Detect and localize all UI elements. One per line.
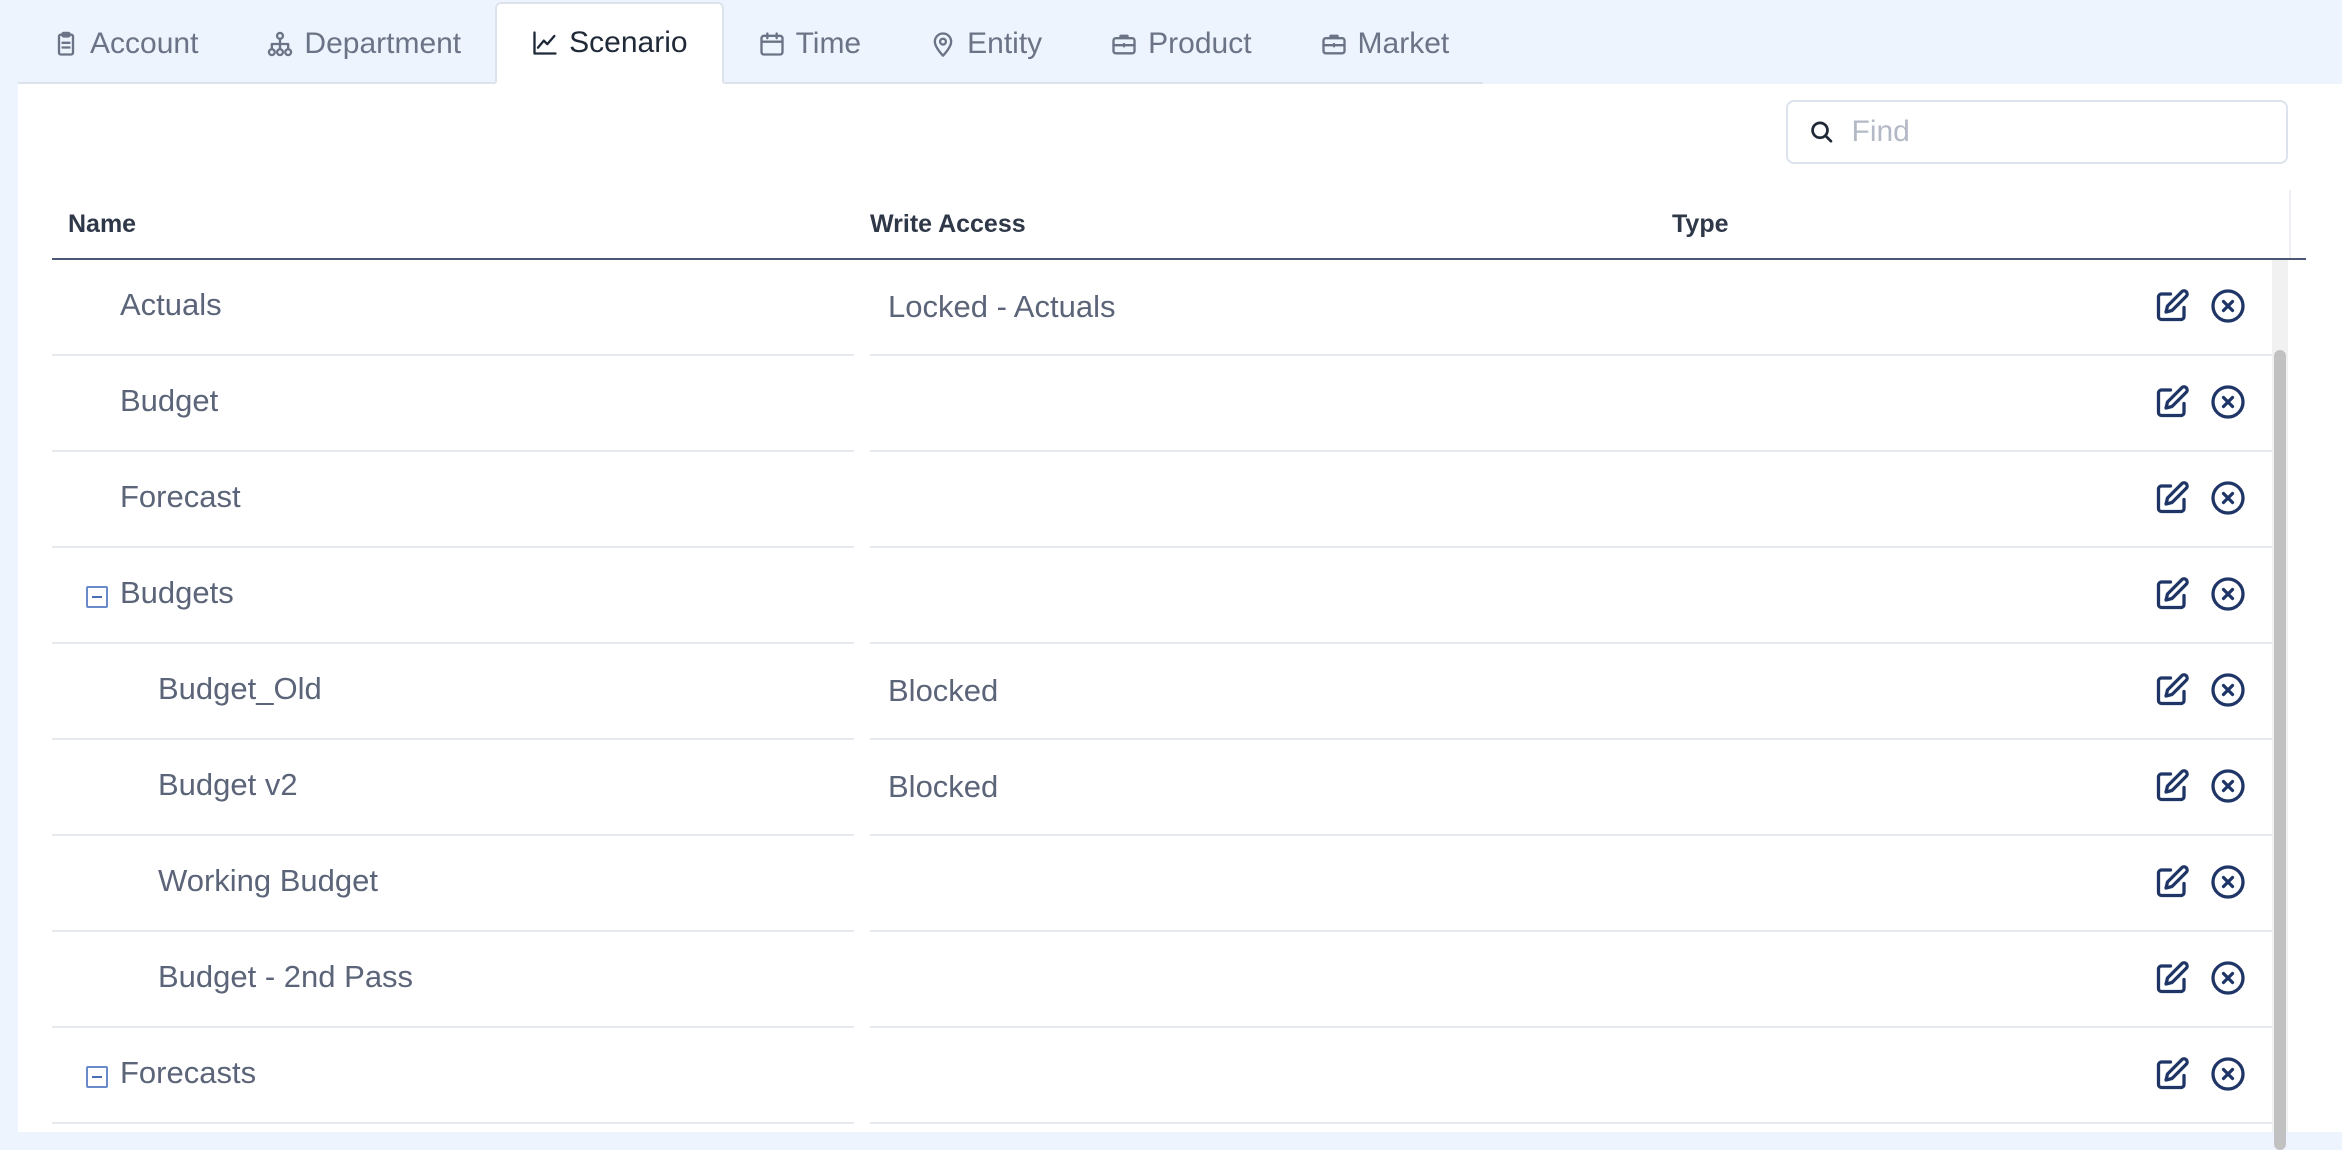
- remove-icon[interactable]: [2210, 672, 2246, 708]
- clipboard-icon: [57, 31, 75, 56]
- row-name: Actuals: [120, 287, 222, 322]
- column-header-write-access[interactable]: Write Access: [870, 190, 1026, 258]
- remove-icon[interactable]: [2210, 480, 2246, 516]
- scenario-panel: Name Write Access Type Actuals Locked - …: [18, 84, 2342, 1150]
- scrollbar-thumb[interactable]: [2274, 350, 2286, 1150]
- calendar-icon: [759, 32, 784, 56]
- column-header-name[interactable]: Name: [68, 190, 136, 258]
- edit-icon[interactable]: [2154, 480, 2190, 516]
- collapse-toggle-icon[interactable]: [86, 1066, 108, 1088]
- row-write-access: Blocked: [888, 769, 999, 804]
- table-header: Name Write Access Type: [52, 190, 2306, 260]
- search-icon: [1811, 121, 1833, 143]
- row-name: Budgets: [120, 575, 234, 610]
- tab-label: Market: [1357, 27, 1450, 60]
- table-row[interactable]: Budget - 2nd Pass: [52, 932, 2272, 1028]
- table-row[interactable]: Working Budget: [52, 836, 2272, 932]
- table-row[interactable]: Budget_Old Blocked: [52, 644, 2272, 740]
- tab-label: Scenario: [569, 26, 688, 59]
- table-row-group[interactable]: Forecasts: [52, 1028, 2272, 1124]
- row-name: Budget - 2nd Pass: [158, 959, 414, 994]
- dimension-tabs: Account Department Scenario Time Entity …: [18, 0, 1484, 84]
- table-row-group[interactable]: Budgets: [52, 548, 2272, 644]
- row-name: Forecasts: [120, 1055, 257, 1090]
- tab-entity[interactable]: Entity: [895, 6, 1077, 84]
- search-box[interactable]: [1786, 100, 2288, 164]
- row-divider: [52, 1122, 854, 1124]
- remove-icon[interactable]: [2210, 1056, 2246, 1092]
- remove-icon[interactable]: [2210, 288, 2246, 324]
- tab-scenario[interactable]: Scenario: [495, 2, 724, 84]
- column-header-type[interactable]: Type: [1672, 190, 1729, 258]
- row-name: Working Budget: [158, 863, 378, 898]
- row-divider: [870, 1122, 2272, 1124]
- remove-icon[interactable]: [2210, 864, 2246, 900]
- tab-label: Time: [795, 27, 862, 60]
- tab-label: Entity: [967, 27, 1043, 60]
- row-write-access: Blocked: [888, 673, 999, 708]
- tab-department[interactable]: Department: [232, 6, 496, 84]
- remove-icon[interactable]: [2210, 576, 2246, 612]
- remove-icon[interactable]: [2210, 768, 2246, 804]
- edit-icon[interactable]: [2154, 384, 2190, 420]
- row-name: Budget v2: [158, 767, 298, 802]
- briefcase-icon: [1321, 34, 1346, 55]
- tab-label: Department: [304, 27, 462, 60]
- table-row[interactable]: Actuals Locked - Actuals: [52, 260, 2272, 356]
- header-divider: [2289, 190, 2291, 258]
- edit-icon[interactable]: [2154, 1056, 2190, 1092]
- edit-icon[interactable]: [2154, 672, 2190, 708]
- remove-icon[interactable]: [2210, 384, 2246, 420]
- edit-icon[interactable]: [2154, 576, 2190, 612]
- table-row[interactable]: Budget v2 Blocked: [52, 740, 2272, 836]
- table-row[interactable]: Budget: [52, 356, 2272, 452]
- edit-icon[interactable]: [2154, 864, 2190, 900]
- edit-icon[interactable]: [2154, 288, 2190, 324]
- row-name: Budget: [120, 383, 219, 418]
- tab-market[interactable]: Market: [1285, 6, 1484, 84]
- remove-icon[interactable]: [2210, 960, 2246, 996]
- line-chart-icon: [533, 31, 557, 55]
- edit-icon[interactable]: [2154, 768, 2190, 804]
- briefcase-icon: [1112, 34, 1136, 55]
- edit-icon[interactable]: [2154, 960, 2190, 996]
- collapse-toggle-icon[interactable]: [86, 586, 108, 608]
- row-name: Forecast: [120, 479, 241, 514]
- row-name: Budget_Old: [158, 671, 322, 706]
- org-chart-icon: [268, 31, 293, 57]
- tab-account[interactable]: Account: [18, 6, 233, 84]
- tab-label: Account: [90, 27, 199, 60]
- table-row[interactable]: Forecast: [52, 452, 2272, 548]
- scenario-tree-table: Actuals Locked - Actuals Budget Forecast…: [52, 260, 2272, 1124]
- row-write-access: Locked - Actuals: [888, 289, 1116, 324]
- tab-product[interactable]: Product: [1076, 6, 1286, 84]
- tab-label: Product: [1148, 27, 1252, 60]
- map-pin-icon: [933, 32, 953, 57]
- tab-time[interactable]: Time: [723, 6, 896, 84]
- search-input[interactable]: [1849, 114, 2266, 150]
- vertical-scrollbar[interactable]: [2272, 260, 2288, 1150]
